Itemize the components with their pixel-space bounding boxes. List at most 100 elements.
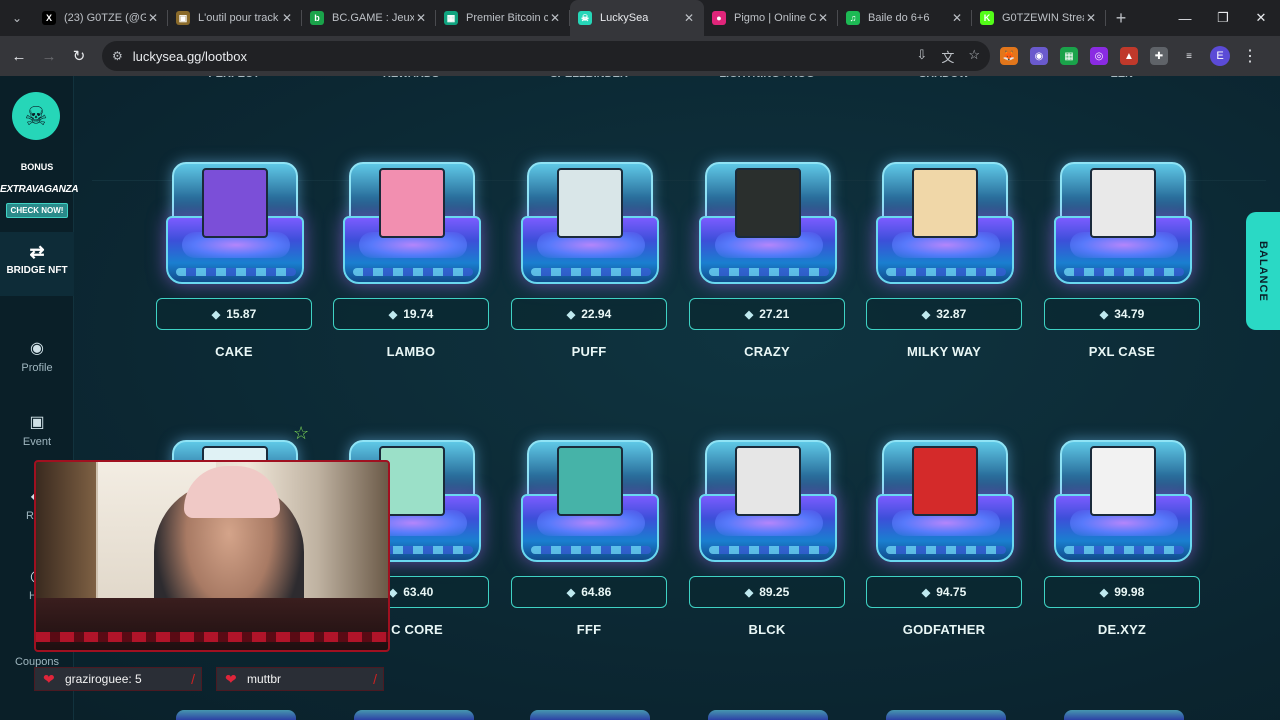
nft-preview-image — [735, 446, 801, 516]
open-price-button[interactable]: ◆ 15.87 — [156, 298, 312, 330]
lootbox-name: DE.XYZ — [1097, 622, 1147, 637]
back-icon[interactable]: ← — [4, 48, 34, 65]
install-icon[interactable]: ⇩ — [916, 47, 927, 66]
bookmark-star-icon[interactable]: ☆ — [968, 47, 980, 66]
price-value: 27.21 — [759, 307, 790, 321]
tab-close-icon[interactable]: ✕ — [280, 11, 294, 25]
price-value: 15.87 — [226, 307, 257, 321]
price-value: 89.25 — [759, 585, 790, 599]
extensions-area: 🦊 ◉ ▦ ◎ ▲ ✚ ≡ E ⋮ — [1000, 36, 1258, 76]
tab-close-icon[interactable]: ✕ — [950, 11, 964, 25]
diamond-icon: ◆ — [566, 586, 576, 599]
metamask-icon[interactable]: 🦊 — [1000, 47, 1018, 65]
bridge-nft-button[interactable]: ⇄ BRIDGE NFT — [0, 232, 74, 296]
chat-pill-2: ❤ muttbr / — [216, 667, 384, 691]
reload-icon[interactable]: ↻ — [64, 47, 94, 65]
lootbox-chest-image[interactable] — [521, 162, 659, 284]
restore-icon[interactable]: ❐ — [1204, 0, 1242, 36]
extension-green-icon[interactable]: ▦ — [1060, 47, 1078, 65]
lootbox-chest-image[interactable] — [521, 440, 659, 562]
browser-tab[interactable]: ♫ Baile do 6+6 ✕ — [838, 0, 972, 36]
lootbox-name: GODFATHER — [902, 622, 986, 637]
new-tab-button[interactable]: + — [1106, 8, 1136, 29]
extension-red-icon[interactable]: ▲ — [1120, 47, 1138, 65]
tab-close-icon[interactable]: ✕ — [682, 11, 696, 25]
nft-preview-image — [202, 168, 268, 238]
browser-tab[interactable]: ● Pigmo | Online C ✕ — [704, 0, 838, 36]
tab-favicon-icon: ☠ — [578, 11, 592, 25]
lootbox-chest-image[interactable] — [699, 440, 837, 562]
bonus-banner[interactable]: BONUS EXTRAVAGANZA CHECK NOW! — [0, 162, 79, 218]
diamond-icon: ◆ — [744, 308, 754, 321]
next-row-peek — [0, 710, 1280, 720]
tab-title: BC.GAME : Jeux c — [332, 12, 414, 24]
lootbox-chest-image[interactable] — [876, 162, 1014, 284]
media-control-icon[interactable]: ≡ — [1180, 47, 1198, 65]
bridge-nft-label: BRIDGE NFT — [6, 265, 68, 276]
site-info-icon[interactable]: ⚙ — [112, 49, 123, 63]
chat-message: graziroguee: 5 — [65, 672, 142, 686]
open-price-button[interactable]: ◆ 34.79 — [1044, 298, 1200, 330]
lootbox-name: PXL CASE — [1088, 344, 1156, 359]
open-price-button[interactable]: ◆ 19.74 — [333, 298, 489, 330]
extension-purple-icon[interactable]: ◎ — [1090, 47, 1108, 65]
price-value: 64.86 — [581, 585, 612, 599]
tab-title: LuckySea — [600, 12, 649, 24]
tab-close-icon[interactable]: ✕ — [548, 11, 562, 25]
open-price-button[interactable]: ◆ 94.75 — [866, 576, 1022, 608]
balance-tab[interactable]: BALANCE — [1246, 212, 1280, 330]
tab-favicon-icon: b — [310, 11, 324, 25]
tab-search-icon[interactable]: ⌄ — [0, 0, 34, 36]
diamond-icon: ◆ — [211, 308, 221, 321]
open-price-button[interactable]: ◆ 64.86 — [511, 576, 667, 608]
translate-icon[interactable]: 文 — [941, 47, 954, 66]
nft-preview-image — [557, 446, 623, 516]
lootbox-chest-image[interactable] — [1054, 440, 1192, 562]
lootbox-chest-image[interactable] — [699, 162, 837, 284]
browser-menu-icon[interactable]: ⋮ — [1242, 46, 1258, 66]
browser-tab[interactable]: ▣ L'outil pour track ✕ — [168, 0, 302, 36]
close-window-icon[interactable]: ✕ — [1242, 0, 1280, 36]
extension-ghost-icon[interactable]: ◉ — [1030, 47, 1048, 65]
diamond-icon: ◆ — [1099, 308, 1109, 321]
favorite-star-icon[interactable]: ☆ — [293, 423, 309, 444]
browser-tab[interactable]: ▦ Premier Bitcoin c ✕ — [436, 0, 570, 36]
minimize-icon[interactable]: — — [1166, 0, 1204, 36]
open-price-button[interactable]: ◆ 22.94 — [511, 298, 667, 330]
heart-icon: ❤ — [225, 670, 237, 687]
browser-tab[interactable]: ☠ LuckySea ✕ — [570, 0, 704, 36]
sidebar-item-profile[interactable]: ◉ Profile — [0, 338, 74, 374]
tab-favicon-icon: K — [980, 11, 994, 25]
browser-tab[interactable]: K G0TZEWIN Strea ✕ — [972, 0, 1106, 36]
browser-tab[interactable]: b BC.GAME : Jeux c✕ — [302, 0, 436, 36]
address-bar[interactable]: ⚙ luckysea.gg/lootbox ⇩ 文 ☆ — [102, 41, 990, 71]
tab-close-icon[interactable]: ✕ — [414, 11, 428, 25]
heart-icon: ❤ — [43, 670, 55, 687]
tab-favicon-icon: ▣ — [176, 11, 190, 25]
sidebar-item-event[interactable]: ▣ Event — [0, 412, 74, 448]
lootbox-chest-image[interactable] — [876, 440, 1014, 562]
open-price-button[interactable]: ◆ 27.21 — [689, 298, 845, 330]
tab-close-icon[interactable]: ✕ — [816, 11, 830, 25]
open-price-button[interactable]: ◆ 99.98 — [1044, 576, 1200, 608]
extensions-puzzle-icon[interactable]: ✚ — [1150, 47, 1168, 65]
luckysea-logo[interactable]: ☠ — [12, 92, 60, 140]
tab-close-icon[interactable]: ✕ — [146, 11, 160, 25]
bonus-label: BONUS — [20, 162, 54, 172]
check-now-button[interactable]: CHECK NOW! — [5, 203, 69, 218]
open-price-button[interactable]: ◆ 89.25 — [689, 576, 845, 608]
lootbox-chest-image[interactable] — [166, 162, 304, 284]
profile-avatar[interactable]: E — [1210, 46, 1230, 66]
previous-row-name: PERFECT — [208, 76, 259, 80]
price-value: 19.74 — [403, 307, 434, 321]
nft-preview-image — [379, 168, 445, 238]
lootbox-name: CAKE — [215, 344, 253, 359]
lootbox-chest-image[interactable] — [343, 162, 481, 284]
forward-icon[interactable]: → — [34, 48, 64, 65]
tab-close-icon[interactable]: ✕ — [1084, 11, 1098, 25]
tab-title: Pigmo | Online C — [734, 12, 816, 24]
open-price-button[interactable]: ◆ 32.87 — [866, 298, 1022, 330]
calendar-icon: ▣ — [29, 414, 45, 431]
lootbox-chest-image[interactable] — [1054, 162, 1192, 284]
browser-tab[interactable]: X (23) G0TZE (@G0 ✕ — [34, 0, 168, 36]
